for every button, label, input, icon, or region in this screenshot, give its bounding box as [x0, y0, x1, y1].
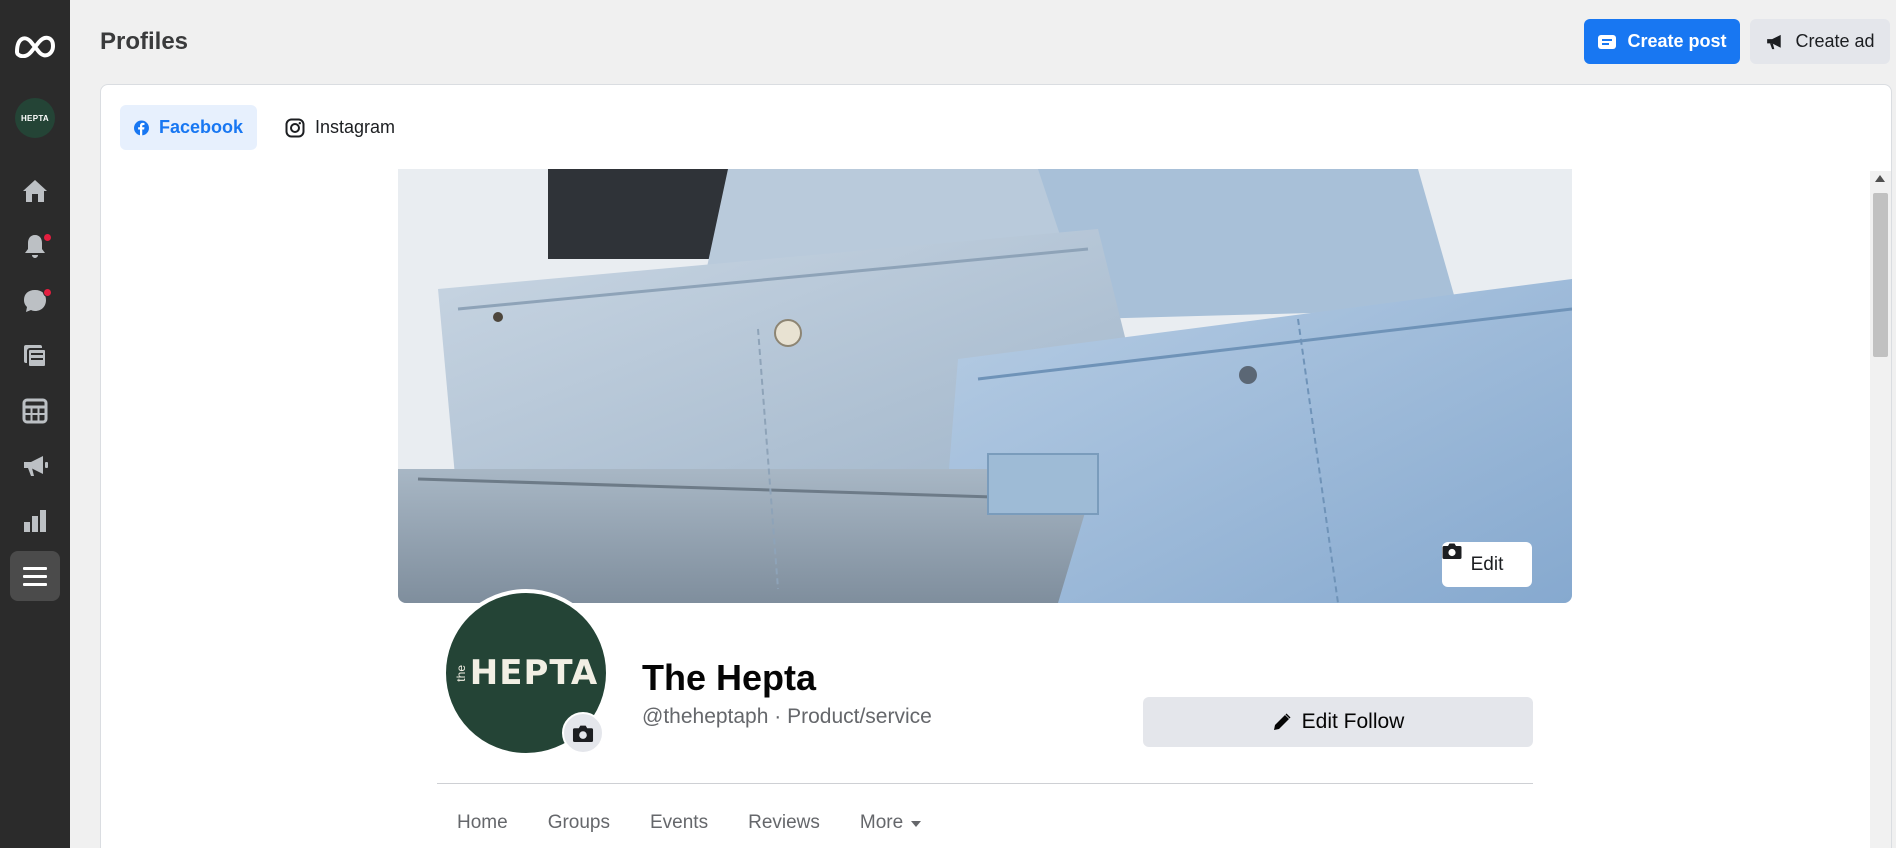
tab-facebook-label: Facebook [158, 117, 243, 137]
megaphone-icon[interactable] [10, 441, 60, 491]
notification-badge [43, 233, 52, 242]
bell-icon[interactable] [10, 221, 60, 271]
post-icon [1598, 34, 1617, 49]
nav-more-label: More [859, 812, 904, 833]
pencil-icon [1273, 713, 1291, 730]
avatar-text: HEPTA [20, 113, 50, 123]
meta-logo-icon[interactable] [10, 20, 60, 70]
camera-icon [1442, 543, 1462, 559]
profile-name: The Hepta [642, 657, 817, 698]
logo-the-text: the [453, 664, 468, 682]
edit-profile-picture-button[interactable] [562, 712, 604, 754]
edit-cover-label: Edit [1470, 553, 1504, 575]
nav-reviews[interactable]: Reviews [728, 801, 840, 845]
page-title: Profiles [100, 28, 189, 55]
nav-groups[interactable]: Groups [528, 801, 630, 845]
left-rail: HEPTA [0, 0, 70, 848]
chat-icon[interactable] [10, 276, 60, 326]
nav-more[interactable]: More [840, 801, 941, 845]
edit-cover-button[interactable]: Edit [1442, 542, 1532, 587]
camera-icon [572, 725, 594, 742]
tab-instagram-label: Instagram [315, 117, 396, 137]
caret-down-icon [911, 821, 922, 827]
edit-follow-button[interactable]: Edit Follow [1143, 697, 1533, 747]
edit-follow-label: Edit Follow [1301, 710, 1405, 733]
scroll-up-arrow-icon[interactable] [1875, 175, 1885, 182]
megaphone-icon [1767, 34, 1782, 49]
menu-icon[interactable] [10, 551, 60, 601]
create-post-button[interactable]: Create post [1584, 19, 1740, 64]
instagram-icon [285, 118, 305, 137]
create-ad-button[interactable]: Create ad [1750, 19, 1890, 64]
page-avatar[interactable]: HEPTA [15, 98, 55, 138]
profile-nav: Home Groups Events Reviews More [437, 801, 941, 845]
nav-reviews-label: Reviews [748, 812, 820, 833]
scrollbar[interactable] [1870, 171, 1891, 848]
logo-name-text: HEPTA [469, 653, 599, 693]
cover-image [398, 169, 1572, 603]
insights-icon[interactable] [10, 496, 60, 546]
create-post-label: Create post [1627, 31, 1727, 51]
cover-photo: Edit [398, 169, 1572, 603]
message-badge [43, 288, 52, 297]
nav-events-label: Events [650, 812, 709, 833]
profile-card: Facebook Instagram Edit the HEPTA The He… [100, 84, 1892, 848]
calendar-grid-icon[interactable] [10, 386, 60, 436]
content-icon[interactable] [10, 331, 60, 381]
nav-home-label: Home [457, 812, 508, 833]
nav-events[interactable]: Events [630, 801, 728, 845]
nav-home[interactable]: Home [437, 801, 528, 845]
tab-instagram[interactable]: Instagram [271, 105, 409, 150]
profile-divider [437, 783, 1533, 784]
nav-groups-label: Groups [547, 812, 610, 833]
create-ad-label: Create ad [1795, 31, 1875, 51]
tab-facebook[interactable]: Facebook [120, 105, 257, 150]
home-icon[interactable] [10, 166, 60, 216]
facebook-icon [134, 120, 149, 135]
scrollbar-thumb[interactable] [1873, 193, 1888, 357]
profile-subtitle: @theheptaph · Product/service [642, 705, 932, 728]
